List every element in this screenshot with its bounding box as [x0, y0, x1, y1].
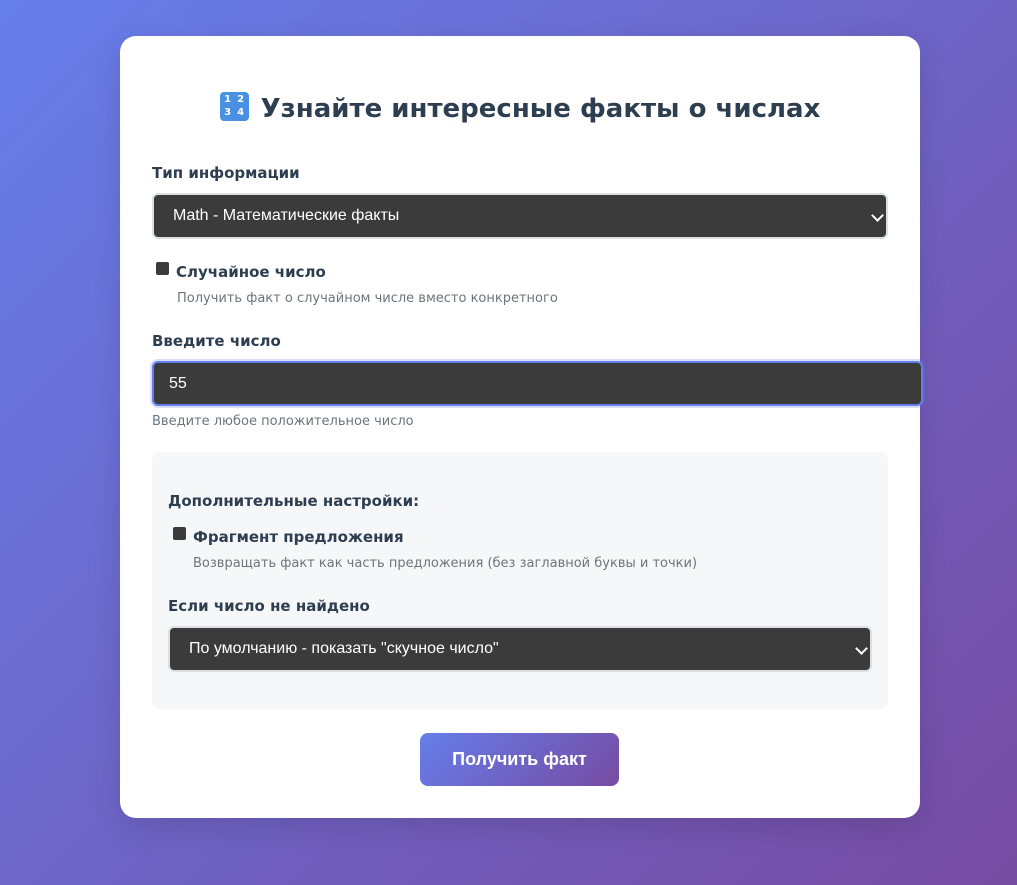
- fragment-checkbox-label[interactable]: Фрагмент предложения: [193, 527, 404, 547]
- type-label: Тип информации: [152, 164, 300, 182]
- not-found-select-value: По умолчанию - показать "скучное число": [189, 640, 499, 657]
- random-checkbox[interactable]: [156, 262, 169, 275]
- advanced-heading: Дополнительные настройки:: [168, 492, 420, 510]
- type-select-value: Math - Математические факты: [173, 207, 400, 224]
- not-found-select[interactable]: По умолчанию - показать "скучное число": [168, 626, 872, 672]
- number-input[interactable]: [152, 361, 923, 406]
- advanced-settings-panel: Дополнительные настройки: Фрагмент предл…: [152, 452, 888, 709]
- get-fact-button[interactable]: Получить факт: [420, 733, 619, 786]
- page-title-text: Узнайте интересные факты о числах: [260, 94, 821, 124]
- not-found-label: Если число не найдено: [168, 597, 370, 615]
- page-title: 1 2 3 4 Узнайте интересные факты о числа…: [120, 92, 920, 126]
- number-label: Введите число: [152, 332, 281, 350]
- type-select[interactable]: Math - Математические факты: [152, 193, 888, 239]
- input-numbers-icon: 1 2 3 4: [219, 92, 249, 121]
- random-hint: Получить факт о случайном числе вместо к…: [177, 291, 558, 306]
- number-hint: Введите любое положительное число: [152, 414, 414, 429]
- chevron-down-icon: [871, 209, 884, 222]
- main-card: 1 2 3 4 Узнайте интересные факты о числа…: [120, 36, 923, 818]
- chevron-down-icon: [855, 642, 868, 655]
- random-checkbox-label[interactable]: Случайное число: [176, 262, 326, 282]
- fragment-hint: Возвращать факт как часть предложения (б…: [193, 556, 698, 571]
- fragment-checkbox[interactable]: [173, 527, 186, 540]
